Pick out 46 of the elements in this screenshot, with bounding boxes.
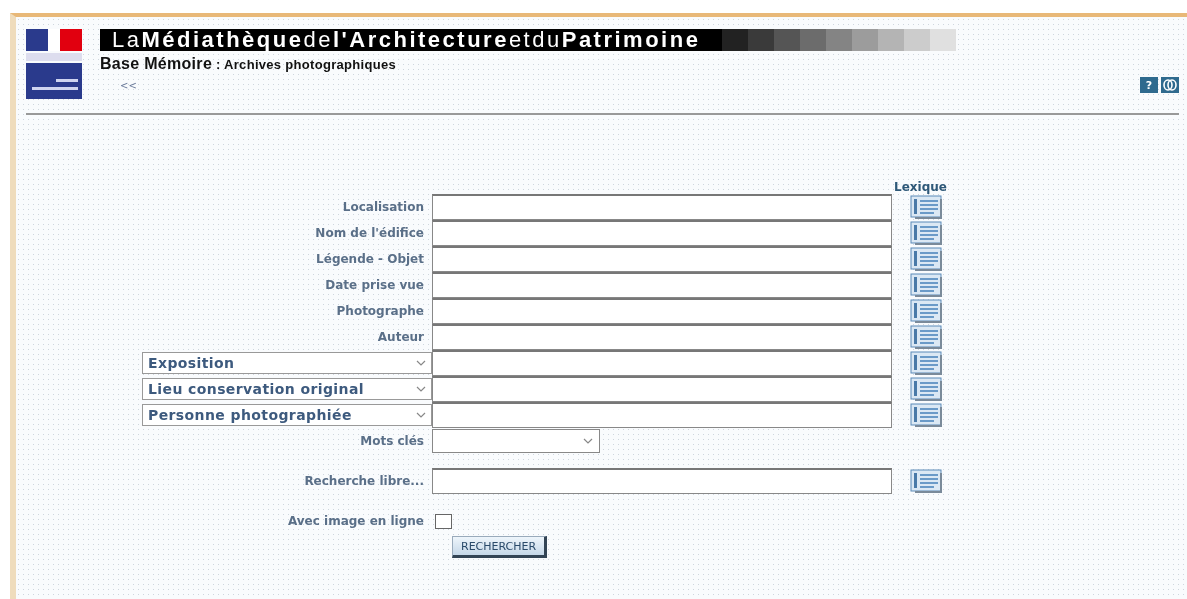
field-label: Recherche libre... — [304, 474, 424, 488]
input-field[interactable] — [432, 468, 892, 494]
field-label: Mots clés — [360, 434, 424, 448]
input-field[interactable] — [432, 324, 892, 350]
field-label: Légende - Objet — [316, 252, 424, 266]
field-dropdown[interactable]: Lieu conservation original — [142, 378, 432, 400]
back-link[interactable]: << — [120, 79, 137, 91]
field-label: Date prise vue — [325, 278, 424, 292]
list-icon[interactable] — [910, 299, 944, 323]
list-icon[interactable] — [910, 377, 944, 401]
input-field[interactable] — [432, 220, 892, 246]
field-label: Auteur — [377, 330, 424, 344]
list-icon[interactable] — [910, 247, 944, 271]
field-dropdown[interactable]: Exposition — [142, 352, 432, 374]
input-field[interactable] — [432, 194, 892, 220]
checkbox[interactable] — [435, 513, 452, 529]
input-field[interactable] — [432, 298, 892, 324]
field-label: Localisation — [342, 200, 424, 214]
lexicon-heading: Lexique — [894, 180, 947, 194]
list-icon[interactable] — [910, 195, 944, 219]
keywords-select[interactable] — [432, 429, 600, 453]
chevron-icon — [416, 412, 426, 418]
input-field[interactable] — [432, 272, 892, 298]
list-icon[interactable] — [910, 325, 944, 349]
field-label: Photographe — [336, 304, 424, 318]
field-label: Avec image en ligne — [287, 514, 424, 528]
field-label: Nom de l'édifice — [315, 226, 424, 240]
page-subtitle: Base Mémoire : Archives photographiques — [100, 55, 397, 73]
chevron-icon — [416, 360, 426, 366]
site-title: LaMédiathèquedel'ArchitectureetduPatrimoine — [100, 29, 723, 51]
logo-icon — [26, 29, 82, 99]
input-field[interactable] — [432, 402, 892, 428]
input-field[interactable] — [432, 376, 892, 402]
field-dropdown[interactable]: Personne photographiée — [142, 404, 432, 426]
search-button[interactable]: RECHERCHER — [452, 536, 548, 558]
chevron-icon — [583, 438, 593, 444]
list-icon[interactable] — [910, 403, 944, 427]
input-field[interactable] — [432, 246, 892, 272]
list-icon[interactable] — [910, 469, 944, 493]
help-button[interactable]: ? — [1140, 77, 1158, 93]
input-field[interactable] — [432, 350, 892, 376]
list-icon[interactable] — [910, 351, 944, 375]
list-icon[interactable] — [910, 221, 944, 245]
chevron-icon — [416, 386, 426, 392]
chain-icon[interactable] — [1161, 77, 1179, 93]
list-icon[interactable] — [910, 273, 944, 297]
